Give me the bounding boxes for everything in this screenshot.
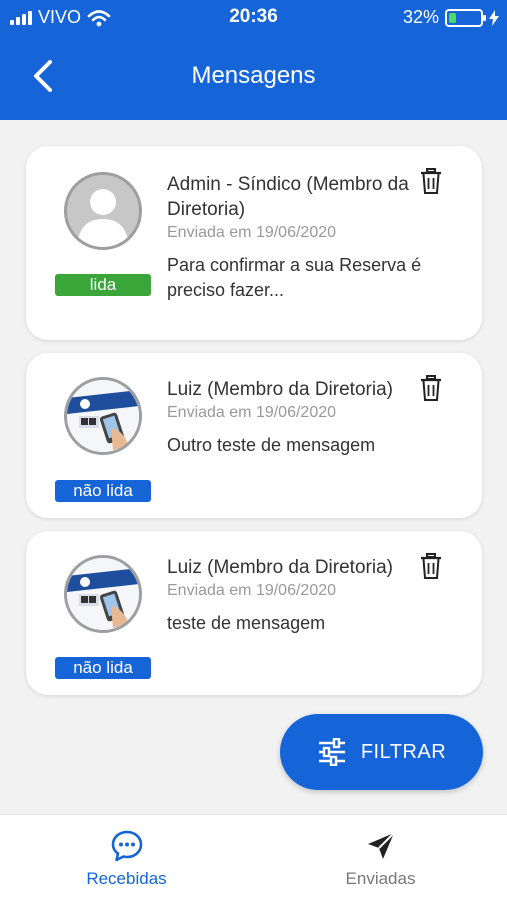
- battery-info: 32%: [403, 7, 499, 28]
- sender-name: Luiz (Membro da Diretoria): [167, 557, 393, 578]
- message-card[interactable]: não lida Luiz (Membro da Diretoria) Envi…: [26, 353, 482, 518]
- trash-icon[interactable]: [420, 375, 442, 401]
- status-bar: VIVO 20:36 32%: [0, 0, 507, 34]
- status-badge: não lida: [55, 480, 151, 502]
- filter-button-label: FILTRAR: [360, 740, 447, 763]
- message-preview: Para confirmar a sua Reserva é preciso f…: [167, 255, 422, 300]
- message-preview: teste de mensagem: [167, 613, 326, 633]
- default-user-avatar-icon: [77, 189, 129, 247]
- avatar: [64, 377, 142, 455]
- message-card[interactable]: lida Admin - Síndico (Membro da Diretori…: [26, 146, 482, 340]
- message-preview: Outro teste de mensagem: [167, 435, 376, 455]
- page-title: Mensagens: [191, 62, 316, 89]
- status-badge: não lida: [55, 657, 151, 679]
- message-card[interactable]: não lida Luiz (Membro da Diretoria) Envi…: [26, 531, 482, 695]
- sliders-icon: [318, 738, 345, 766]
- sent-date: Enviada em 19/06/2020: [167, 404, 337, 421]
- tab-recebidas[interactable]: Recebidas: [0, 815, 253, 900]
- avatar: [64, 555, 142, 633]
- sender-name: Admin - Síndico (Membro da Diretoria): [167, 174, 409, 220]
- tab-label: Recebidas: [86, 869, 167, 888]
- chat-bubble-icon: [111, 830, 142, 862]
- tab-enviadas[interactable]: Enviadas: [254, 815, 507, 900]
- trash-icon[interactable]: [420, 168, 442, 194]
- charging-bolt-icon: [489, 9, 499, 26]
- battery-icon: [445, 8, 486, 27]
- sent-date: Enviada em 19/06/2020: [167, 224, 337, 241]
- paper-plane-icon: [367, 832, 395, 859]
- app-header: VIVO 20:36 32% Mensagens: [0, 0, 507, 120]
- bottom-tab-bar: Recebidas Enviadas: [0, 814, 507, 900]
- filter-button[interactable]: FILTRAR: [280, 714, 483, 790]
- battery-level: [449, 12, 456, 23]
- tab-label: Enviadas: [345, 869, 416, 888]
- battery-percent: 32%: [402, 7, 439, 27]
- status-badge: lida: [55, 274, 151, 296]
- sender-name: Luiz (Membro da Diretoria): [167, 379, 393, 400]
- promo-image-avatar-icon: [67, 380, 139, 452]
- trash-icon[interactable]: [420, 553, 442, 579]
- sent-date: Enviada em 19/06/2020: [167, 582, 337, 599]
- avatar: [64, 172, 142, 250]
- promo-image-avatar-icon: [67, 558, 139, 630]
